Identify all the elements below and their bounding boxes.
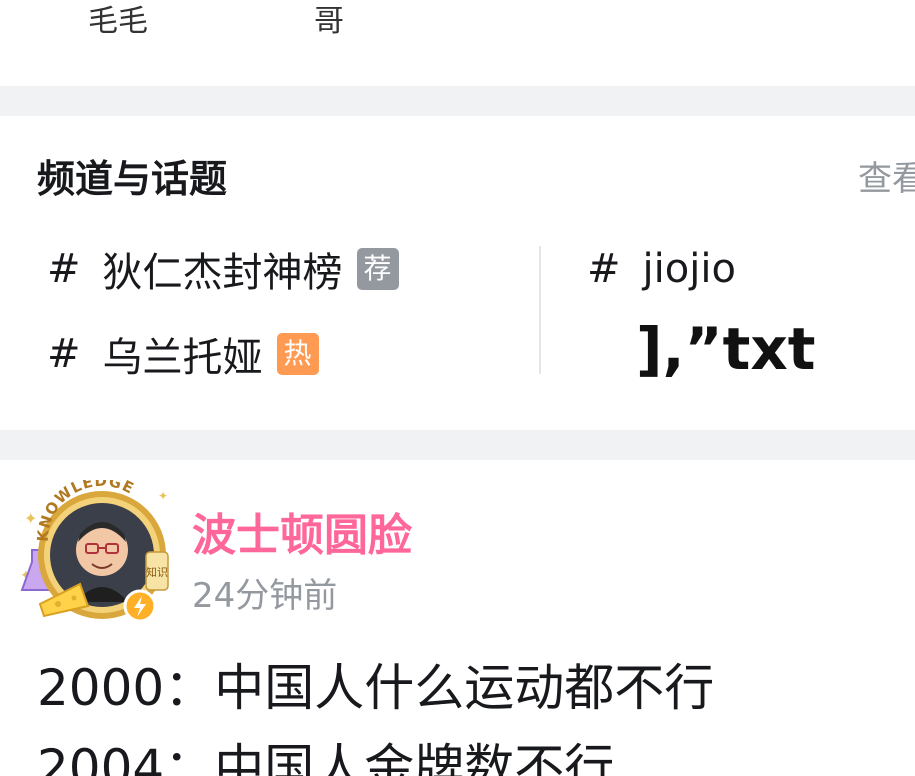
post-text-line: 2004：中国人金牌数不行	[37, 739, 615, 776]
channels-topics-section: 频道与话题 查看 # 狄仁杰封神榜 荐 # 乌兰托娅 热 # jiojio ],…	[0, 116, 915, 430]
column-divider	[539, 246, 541, 374]
view-more-link[interactable]: 查看	[858, 156, 915, 202]
topic-label: jiojio	[642, 246, 736, 292]
section-separator	[0, 86, 915, 116]
top-user-strip: 毛毛 哥	[0, 0, 915, 86]
user-name[interactable]: 哥	[314, 4, 344, 40]
section-separator	[0, 430, 915, 460]
topic-label: 乌兰托娅	[102, 335, 263, 381]
svg-text:✦: ✦	[158, 489, 168, 503]
topic-label: 狄仁杰封神榜	[102, 250, 343, 296]
avatar-frame-tag: 知识	[146, 565, 168, 579]
post-text-line: 2000：中国人什么运动都不行	[37, 659, 715, 717]
hash-icon: #	[47, 331, 81, 377]
user-name[interactable]: 毛毛	[88, 4, 148, 40]
stray-text: ],”txt	[636, 315, 816, 383]
post-author-name[interactable]: 波士顿圆脸	[192, 508, 412, 564]
post-timestamp: 24分钟前	[192, 576, 338, 616]
section-title: 频道与话题	[37, 157, 228, 201]
topic-item[interactable]: # 乌兰托娅 热	[47, 327, 319, 381]
hash-icon: #	[587, 246, 621, 292]
avatar[interactable]: ✦ ✦ ✦ KNOWLEDGE 知识	[18, 472, 178, 630]
recommend-badge: 荐	[356, 248, 399, 290]
topic-item[interactable]: # jiojio	[587, 242, 736, 296]
avatar-frame-icon: ✦ ✦ ✦ KNOWLEDGE 知识	[20, 472, 169, 623]
hot-badge: 热	[276, 333, 319, 375]
svg-text:✦: ✦	[24, 509, 37, 528]
feed-post[interactable]: ✦ ✦ ✦ KNOWLEDGE 知识 波士顿圆脸 24分钟前 2000：中国人什…	[0, 460, 915, 776]
hash-icon: #	[47, 246, 81, 292]
topic-item[interactable]: # 狄仁杰封神榜 荐	[47, 242, 399, 296]
